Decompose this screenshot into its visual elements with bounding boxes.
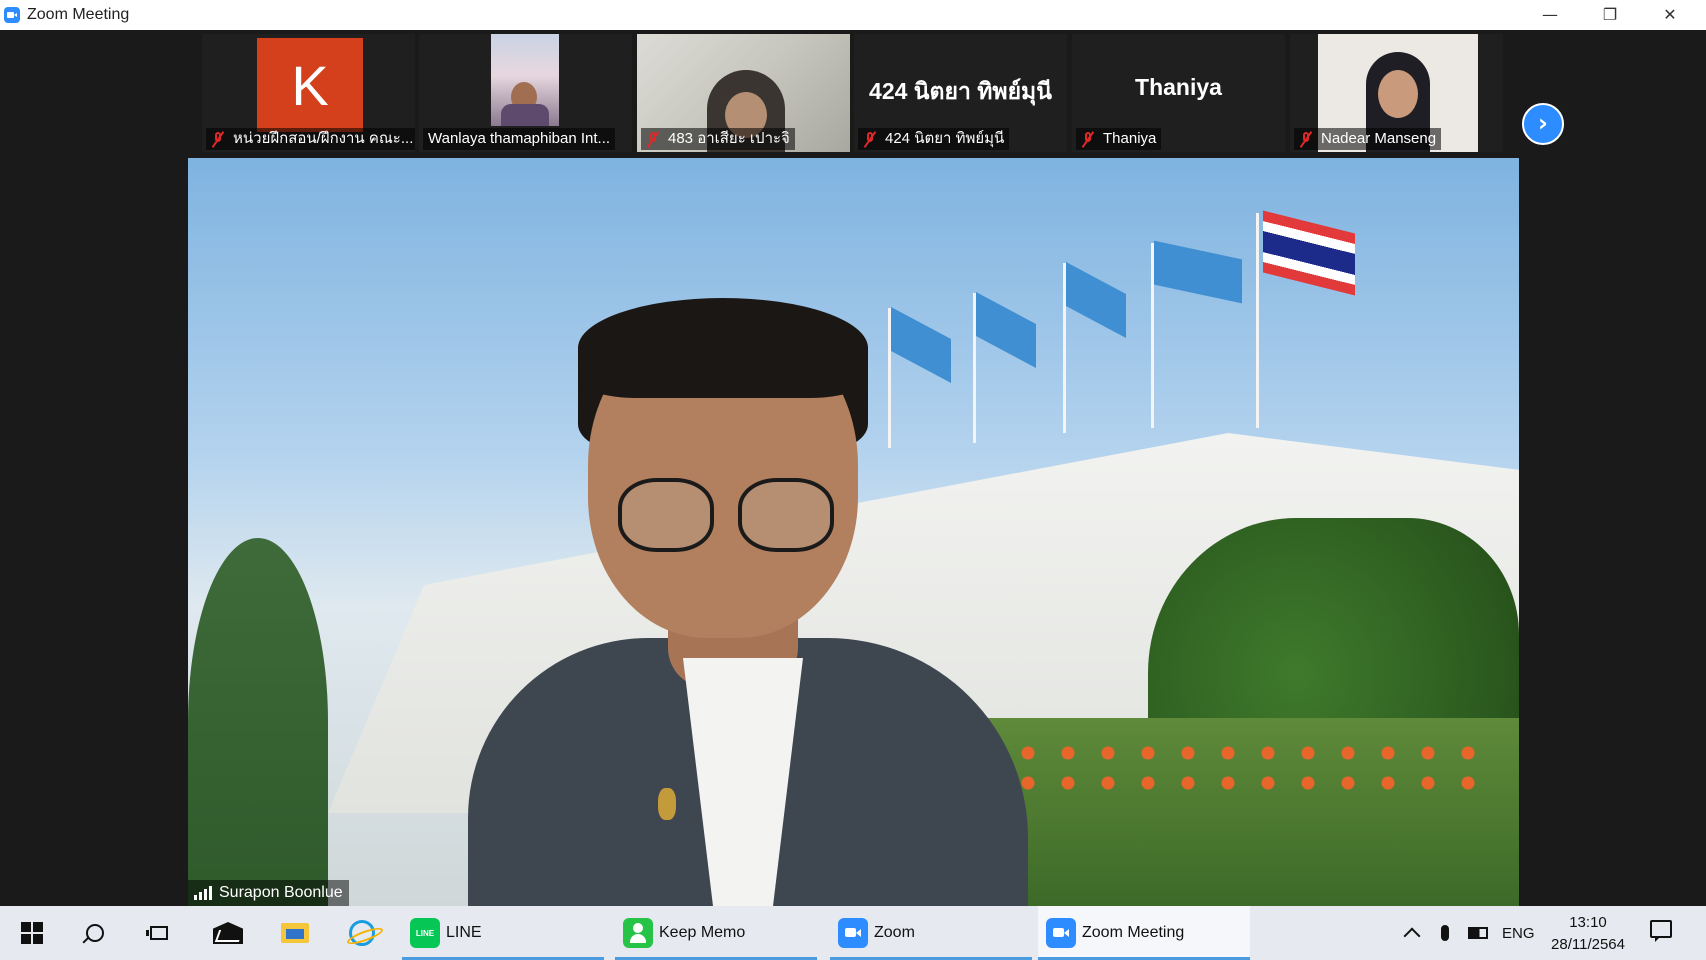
taskbar-app-label: Zoom: [874, 924, 915, 941]
speaker-name-label: Surapon Boonlue: [188, 880, 349, 906]
participant-name: Thaniya: [1103, 130, 1157, 147]
show-hidden-icons-button[interactable]: [1403, 906, 1421, 960]
task-view-icon: [146, 926, 168, 940]
close-button[interactable]: ✕: [1640, 0, 1700, 30]
participant-name: 483 อาเสียะ เปาะจิ: [668, 130, 790, 147]
zoom-icon: [838, 918, 868, 948]
participant-name: หน่วยฝึกสอน/ฝึกงาน คณะ...: [233, 130, 414, 147]
participant-display-name: 424 นิตยา ทิพย์มุนี: [869, 78, 1052, 104]
internet-explorer-button[interactable]: [347, 918, 377, 948]
muted-mic-icon: [646, 131, 660, 147]
file-explorer-button[interactable]: [280, 918, 310, 948]
task-view-button[interactable]: [144, 918, 174, 948]
participant-name: Nadear Manseng: [1321, 130, 1437, 147]
thai-flag: [1263, 210, 1355, 296]
chevron-up-icon: [1403, 927, 1421, 945]
muted-mic-icon: [211, 131, 225, 147]
participant-label: Thaniya: [1076, 128, 1162, 150]
participant-tile[interactable]: 424 นิตยา ทิพย์มุนี 424 นิตยา ทิพย์มุนี: [854, 34, 1067, 152]
taskbar-app-label: LINE: [446, 924, 482, 941]
muted-mic-icon: [1081, 131, 1095, 147]
taskbar-app-label: Zoom Meeting: [1082, 924, 1185, 941]
participant-display-name: Thaniya: [1135, 74, 1222, 100]
participant-tile[interactable]: 483 อาเสียะ เปาะจิ: [637, 34, 850, 152]
signal-bars-icon: [194, 886, 212, 900]
participant-tile[interactable]: K หน่วยฝึกสอน/ฝึกงาน คณะ...: [202, 34, 415, 152]
minimize-button[interactable]: —: [1520, 0, 1580, 30]
next-page-button[interactable]: ›: [1522, 103, 1564, 145]
participant-name: Wanlaya thamaphiban Int...: [428, 130, 611, 147]
clock-time: 13:10: [1569, 914, 1607, 931]
taskbar-app-zoom[interactable]: Zoom: [830, 906, 1032, 960]
taskbar-app-zoom-meeting[interactable]: Zoom Meeting: [1038, 906, 1250, 960]
taskbar-app-keep-memo[interactable]: Keep Memo: [615, 906, 817, 960]
active-speaker-video[interactable]: Surapon Boonlue: [188, 158, 1519, 906]
taskbar-app-label: Keep Memo: [659, 924, 746, 941]
participant-tile[interactable]: Wanlaya thamaphiban Int...: [419, 34, 632, 152]
participant-label: หน่วยฝึกสอน/ฝึกงาน คณะ...: [206, 128, 415, 150]
participant-tile[interactable]: Thaniya Thaniya: [1072, 34, 1285, 152]
participant-label: Wanlaya thamaphiban Int...: [423, 128, 616, 150]
window-title: Zoom Meeting: [27, 6, 130, 23]
participant-avatar: K: [257, 38, 363, 132]
clock-date: 28/11/2564: [1551, 936, 1625, 953]
speaker-name: Surapon Boonlue: [219, 884, 343, 901]
participant-label: 424 นิตยา ทิพย์มุนี: [858, 128, 1010, 150]
folder-icon: [281, 923, 309, 943]
participant-label: 483 อาเสียะ เปาะจิ: [641, 128, 795, 150]
battery-icon: [1468, 927, 1488, 939]
language-indicator[interactable]: ENG: [1502, 906, 1535, 960]
windows-taskbar: LINE LINE Keep Memo Zoom Zoom Meeting EN…: [0, 906, 1706, 960]
participant-name: 424 นิตยา ทิพย์มุนี: [885, 130, 1005, 147]
muted-mic-icon: [1299, 131, 1313, 147]
internet-explorer-icon: [349, 920, 375, 946]
search-icon: [86, 924, 104, 942]
search-button[interactable]: [80, 918, 110, 948]
keep-memo-icon: [623, 918, 653, 948]
microphone-icon: [1441, 925, 1449, 941]
windows-logo-icon: [21, 922, 43, 944]
microphone-tray[interactable]: [1441, 906, 1449, 960]
notifications-icon[interactable]: [1650, 920, 1672, 942]
participant-video: [491, 34, 559, 126]
muted-mic-icon: [863, 131, 877, 147]
mail-icon: [213, 922, 243, 944]
restore-button[interactable]: ❐: [1580, 0, 1640, 30]
title-bar: Zoom Meeting — ❐ ✕: [0, 0, 1706, 30]
speaker-person: [468, 278, 1028, 906]
mail-button[interactable]: [213, 918, 243, 948]
participant-tile[interactable]: Nadear Manseng: [1290, 34, 1503, 152]
zoom-icon: [1046, 918, 1076, 948]
taskbar-app-line[interactable]: LINE LINE: [402, 906, 604, 960]
battery-tray[interactable]: [1468, 906, 1488, 960]
participant-gallery-strip: K หน่วยฝึกสอน/ฝึกงาน คณะ... Wanlaya tham…: [0, 30, 1706, 156]
start-button[interactable]: [17, 918, 47, 948]
line-app-icon: LINE: [410, 918, 440, 948]
taskbar-clock[interactable]: 13:10 28/11/2564: [1544, 912, 1632, 956]
participant-label: Nadear Manseng: [1294, 128, 1442, 150]
zoom-app-icon: [4, 7, 20, 23]
